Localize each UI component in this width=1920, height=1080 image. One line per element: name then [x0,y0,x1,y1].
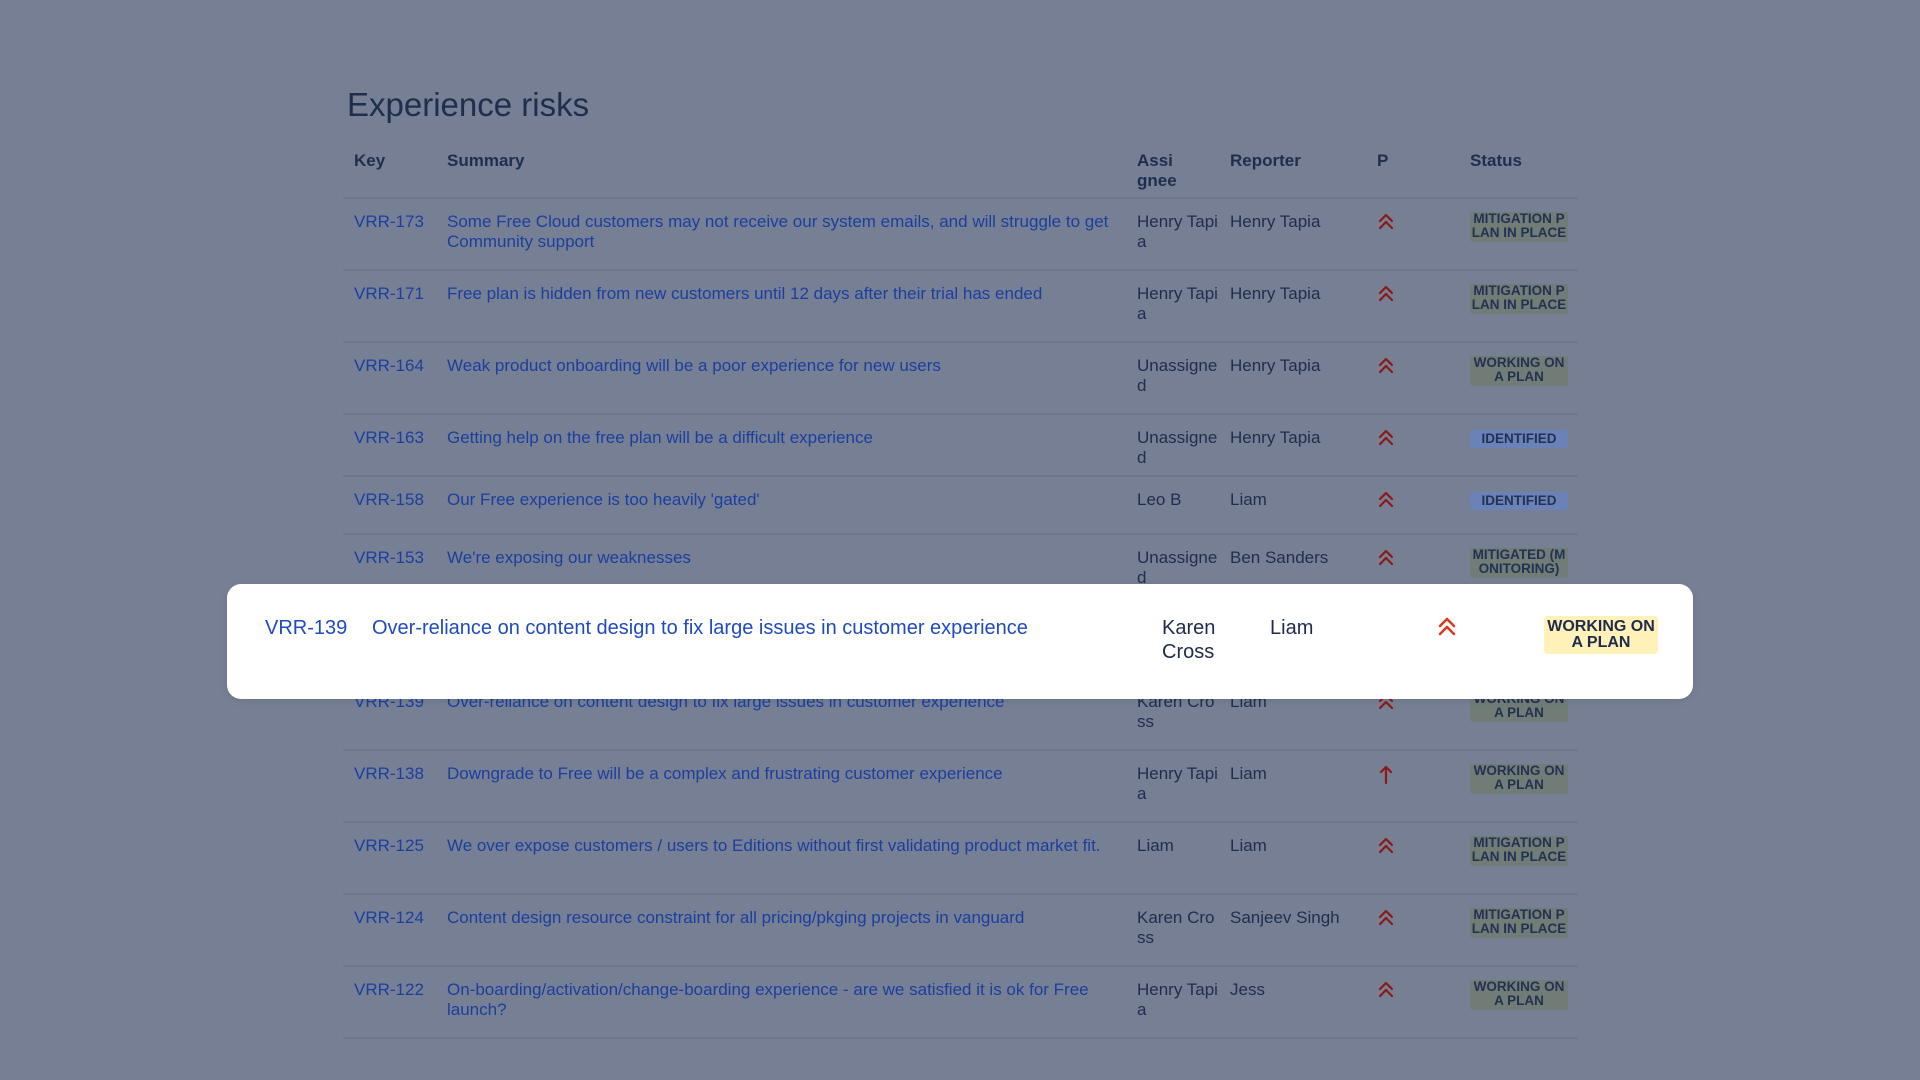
table-row[interactable]: VRR-164 Weak product onboarding will be a… [343,343,1578,415]
reporter: Henry Tapia [1230,284,1321,303]
issue-key-link[interactable]: VRR-173 [354,212,424,231]
reporter: Liam [1230,836,1267,855]
table-row[interactable]: VRR-138 Downgrade to Free will be a compl… [343,751,1578,823]
status-lozenge: WORKING ON A PLAN [1470,356,1568,386]
issue-key-link[interactable]: VRR-164 [354,356,424,375]
assignee: Karen Cross [1137,908,1215,947]
table-row[interactable]: VRR-171 Free plan is hidden from new cust… [343,271,1578,343]
status-lozenge: WORKING ON A PLAN [1470,764,1568,794]
issue-summary-link[interactable]: Content design resource constraint for a… [447,908,1024,927]
issue-key-link[interactable]: VRR-153 [354,548,424,567]
status-lozenge: IDENTIFIED [1470,492,1568,510]
status-lozenge: MITIGATION PLAN IN PLACE [1470,908,1568,938]
highest-priority-icon [1378,909,1459,932]
issue-summary-link[interactable]: We're exposing our weaknesses [447,548,691,567]
issue-summary-link[interactable]: Weak product onboarding will be a poor e… [447,356,941,375]
highlight-issue-key-link[interactable]: VRR-139 [265,616,347,640]
column-header-status[interactable]: Status [1459,151,1578,197]
issue-key-link[interactable]: VRR-122 [354,980,424,999]
reporter: Sanjeev Singh [1230,908,1340,927]
issue-summary-link[interactable]: Some Free Cloud customers may not receiv… [447,212,1108,251]
issue-summary-link[interactable]: Our Free experience is too heavily 'gate… [447,490,760,509]
high-priority-icon [1378,765,1459,790]
issue-summary-link[interactable]: We over expose customers / users to Edit… [447,836,1101,855]
assignee: Liam [1137,836,1174,855]
issue-summary-link[interactable]: Free plan is hidden from new customers u… [447,284,1042,303]
assignee: Henry Tapia [1137,284,1218,323]
highest-priority-icon [1378,837,1459,860]
highest-priority-icon [1378,213,1459,236]
highest-priority-icon [1438,616,1456,644]
assignee: Leo B [1137,490,1182,509]
status-lozenge: IDENTIFIED [1470,430,1568,448]
highest-priority-icon [1378,491,1459,514]
issue-summary-link[interactable]: Downgrade to Free will be a complex and … [447,764,1003,783]
column-header-assignee[interactable]: Assi gnee [1126,151,1176,197]
status-lozenge: MITIGATION PLAN IN PLACE [1470,836,1568,866]
highlight-status-lozenge: WORKING ON A PLAN [1544,616,1658,654]
column-header-summary[interactable]: Summary [436,151,1126,197]
assignee: Henry Tapia [1137,764,1218,803]
status-lozenge: WORKING ON A PLAN [1470,980,1568,1010]
highlight-reporter: Liam [1270,617,1314,639]
table-row[interactable]: VRR-173 Some Free Cloud customers may not… [343,199,1578,271]
reporter: Liam [1230,490,1267,509]
page-title: Experience risks [347,86,590,123]
status-lozenge: MITIGATION PLAN IN PLACE [1470,284,1568,314]
issue-key-link[interactable]: VRR-171 [354,284,424,303]
reporter: Henry Tapia [1230,356,1321,375]
column-header-key[interactable]: Key [343,151,436,197]
issue-summary-link[interactable]: Getting help on the free plan will be a … [447,428,873,447]
assignee: Henry Tapia [1137,980,1218,1019]
table-row[interactable]: VRR-163 Getting help on the free plan wil… [343,415,1578,477]
table-row[interactable]: VRR-124 Content design resource constrain… [343,895,1578,967]
screen: Experience risks Key Summary Assi gnee R… [0,0,1920,1080]
highest-priority-icon [1378,285,1459,308]
issue-key-link[interactable]: VRR-124 [354,908,424,927]
status-lozenge: MITIGATED (MONITORING) [1470,548,1568,578]
highlight-issue-summary-link[interactable]: Over-reliance on content design to fix l… [372,616,1028,640]
table-header: Key Summary Assi gnee Reporter P Status [343,147,1578,199]
column-header-reporter[interactable]: Reporter [1219,151,1366,197]
table-row[interactable]: VRR-122 On-boarding/activation/change-boa… [343,967,1578,1039]
highlighted-row-card[interactable]: VRR-139 Over-reliance on content design … [227,584,1693,699]
table-row[interactable]: VRR-158 Our Free experience is too heavil… [343,477,1578,535]
reporter: Liam [1230,764,1267,783]
assignee: Karen Cross [1137,692,1215,731]
issue-summary-link[interactable]: On-boarding/activation/change-boarding e… [447,980,1089,1019]
table-row[interactable]: VRR-125 We over expose customers / users … [343,823,1578,895]
reporter: Jess [1230,980,1265,999]
reporter: Liam [1230,692,1267,711]
assignee: Henry Tapia [1137,212,1218,251]
issue-key-link[interactable]: VRR-138 [354,764,424,783]
issue-key-link[interactable]: VRR-158 [354,490,424,509]
assignee: Unassigned [1137,356,1218,395]
assignee: Unassigned [1137,428,1218,467]
column-header-priority[interactable]: P [1366,151,1459,197]
highlight-assignee: Karen Cross [1162,617,1216,663]
issue-key-link[interactable]: VRR-125 [354,836,424,855]
status-lozenge: MITIGATION PLAN IN PLACE [1470,212,1568,242]
highest-priority-icon [1378,549,1459,572]
highest-priority-icon [1378,429,1459,452]
issue-key-link[interactable]: VRR-163 [354,428,424,447]
highest-priority-icon [1378,357,1459,380]
reporter: Henry Tapia [1230,212,1321,231]
highest-priority-icon [1378,981,1459,1004]
reporter: Henry Tapia [1230,428,1321,447]
